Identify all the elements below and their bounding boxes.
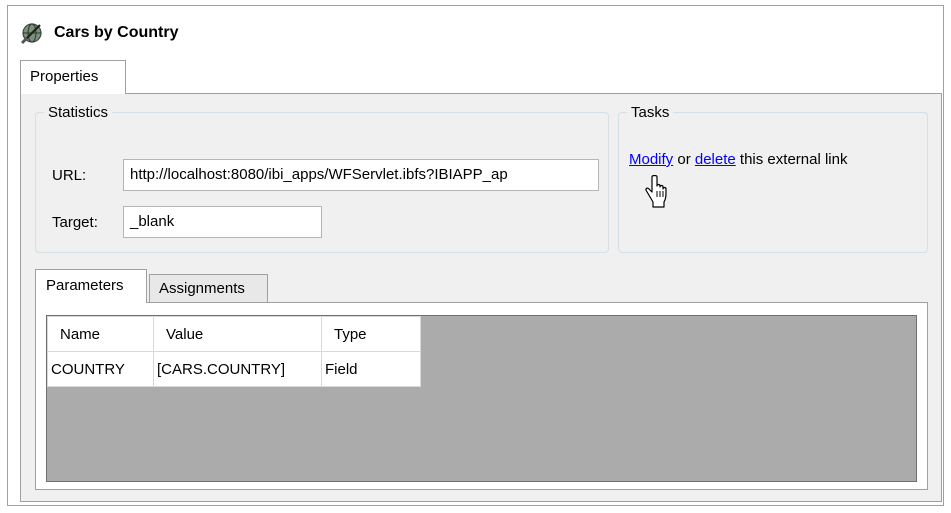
target-label: Target: (52, 214, 98, 231)
tasks-legend: Tasks (631, 104, 670, 121)
parameters-panel: Name Value Type COUNTRY [CARS.COUNTRY] F… (35, 302, 928, 490)
column-header-type[interactable]: Type (321, 316, 421, 352)
cell-name[interactable]: COUNTRY (47, 351, 154, 387)
statistics-group: Statistics URL: http://localhost:8080/ib… (35, 104, 609, 253)
cell-type[interactable]: Field (321, 351, 421, 387)
window-title: Cars by Country (54, 24, 179, 41)
tab-properties[interactable]: Properties (20, 60, 126, 94)
globe-link-icon (20, 23, 42, 45)
or-text: or (677, 151, 691, 168)
delete-link[interactable]: delete (695, 151, 736, 168)
title-bar: Cars by Country (20, 20, 178, 46)
tasks-group: Tasks Modify or delete this external lin… (618, 104, 928, 253)
tasks-tail-text: this external link (739, 151, 848, 168)
properties-panel: Statistics URL: http://localhost:8080/ib… (20, 93, 942, 502)
properties-window: Cars by Country Properties Statistics UR… (7, 5, 944, 506)
tab-assignments[interactable]: Assignments (149, 274, 268, 302)
table-row[interactable]: COUNTRY [CARS.COUNTRY] Field (47, 351, 421, 387)
column-header-name[interactable]: Name (47, 316, 154, 352)
modify-link[interactable]: Modify (629, 151, 673, 168)
url-field[interactable]: http://localhost:8080/ibi_apps/WFServlet… (123, 159, 599, 191)
cell-value[interactable]: [CARS.COUNTRY] (153, 351, 322, 387)
statistics-legend: Statistics (48, 104, 109, 121)
target-field[interactable]: _blank (123, 206, 322, 238)
hand-pointer-icon (645, 175, 667, 208)
parameters-grid[interactable]: Name Value Type COUNTRY [CARS.COUNTRY] F… (46, 315, 917, 482)
column-header-value[interactable]: Value (153, 316, 322, 352)
header-row: Name Value Type (47, 316, 421, 352)
tab-parameters[interactable]: Parameters (35, 269, 147, 303)
url-label: URL: (52, 167, 87, 184)
tasks-text: Modify or delete this external link (629, 151, 847, 168)
parameters-table: Name Value Type COUNTRY [CARS.COUNTRY] F… (47, 316, 421, 387)
